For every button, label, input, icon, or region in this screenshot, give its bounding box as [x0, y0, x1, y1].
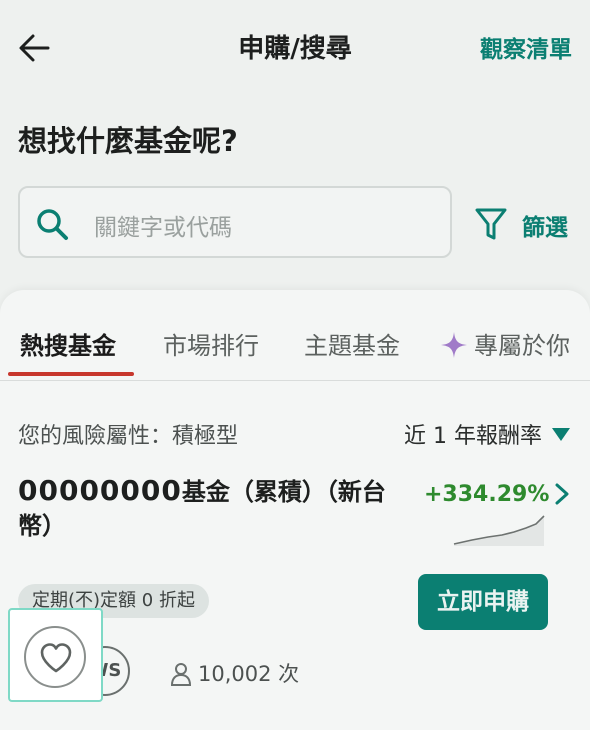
person-icon — [170, 663, 192, 686]
search-input[interactable]: 關鍵字或代碼 — [18, 186, 452, 258]
tab-bar: 熱搜基金 市場排行 主題基金 專屬於你 — [0, 290, 590, 381]
view-count: 10,002 次 — [170, 658, 299, 688]
sparkle-icon — [441, 332, 467, 358]
tab-market-ranking[interactable]: 市場排行 — [163, 326, 259, 361]
heart-icon — [40, 643, 72, 673]
tab-hot-funds[interactable]: 熱搜基金 — [20, 326, 116, 361]
search-icon — [37, 209, 68, 240]
fund-return: +334.29% — [424, 482, 550, 507]
view-count-text: 10,002 次 — [198, 662, 300, 686]
favorite-button-highlight[interactable] — [8, 608, 103, 702]
watchlist-link[interactable]: 觀察清單 — [480, 30, 572, 64]
screen: 申購/搜尋 觀察清單 想找什麼基金呢? 關鍵字或代碼 篩選 熱搜基金 市場排行 … — [0, 0, 590, 730]
tab-for-you[interactable]: 專屬於你 — [440, 326, 570, 361]
period-label: 近 1 年報酬率 — [404, 424, 542, 449]
chevron-right-icon[interactable] — [552, 482, 572, 506]
active-tab-indicator — [8, 372, 134, 376]
tab-theme-funds[interactable]: 主題基金 — [304, 326, 400, 361]
search-placeholder: 關鍵字或代碼 — [94, 215, 232, 241]
risk-profile: 您的風險屬性：積極型 — [18, 424, 239, 449]
filter-label: 篩選 — [522, 215, 568, 241]
tab-for-you-label: 專屬於你 — [474, 332, 570, 360]
filter-icon — [475, 208, 507, 240]
fund-code: 00000000 — [18, 474, 182, 507]
period-selector[interactable]: 近 1 年報酬率 — [404, 418, 570, 450]
sparkline-chart — [453, 515, 545, 546]
prompt-heading: 想找什麼基金呢? — [18, 124, 238, 158]
favorite-button[interactable] — [24, 626, 86, 688]
buy-now-button[interactable]: 立即申購 — [418, 574, 548, 630]
fund-name[interactable]: 00000000基金（累積）（新台幣） — [18, 474, 398, 543]
header: 申購/搜尋 觀察清單 — [0, 0, 590, 92]
caret-down-icon — [552, 428, 570, 441]
